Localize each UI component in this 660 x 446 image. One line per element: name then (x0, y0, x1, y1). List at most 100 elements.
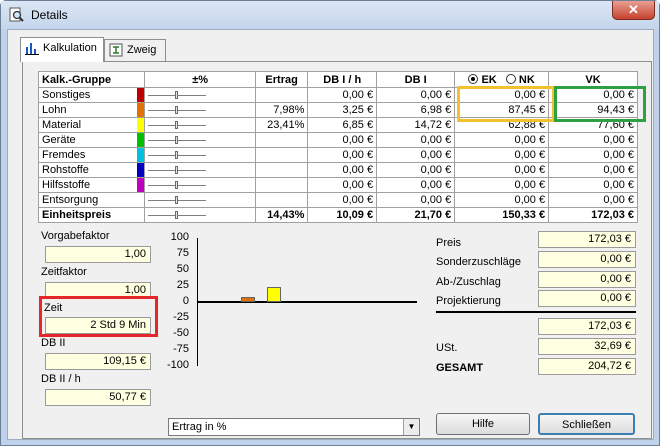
row-vk: 172,03 € (548, 207, 638, 223)
slider-knob[interactable] (175, 181, 179, 189)
bar-material (267, 287, 281, 302)
row-pct-slider[interactable] (144, 177, 256, 193)
projektierung-field[interactable]: 0,00 € (538, 290, 636, 307)
table-row: Geräte 0,00 €0,00 €0,00 €0,00 € (38, 132, 638, 148)
row-ek: 0,00 € (454, 192, 550, 208)
row-db1h: 10,09 € (307, 207, 378, 223)
slider-knob[interactable] (175, 166, 179, 174)
row-pct-slider[interactable] (144, 117, 256, 133)
db2-label: DB II (41, 337, 66, 349)
table-row: Fremdes 0,00 €0,00 €0,00 €0,00 € (38, 147, 638, 163)
y-tick-label: 50 (176, 263, 189, 275)
close-button[interactable]: ✕ (612, 1, 655, 20)
row-pct-slider[interactable] (144, 102, 256, 118)
row-db1h: 3,25 € (307, 102, 378, 118)
ertrag-chart: 100 75 50 25 0 -25 -50 -75 -100 (163, 230, 423, 410)
row-vk: 0,00 € (548, 162, 638, 178)
client-area: Kalkulation Zweig Kalk.-Gruppe ±% Ertrag… (7, 29, 654, 440)
row-color-swatch (137, 162, 146, 178)
zeit-highlight-box (39, 296, 158, 337)
row-vk: 0,00 € (548, 192, 638, 208)
row-vk: 0,00 € (548, 177, 638, 193)
vorgabefaktor-label: Vorgabefaktor (41, 230, 110, 242)
row-ertrag (254, 177, 309, 193)
ust-field: 32,69 € (538, 338, 636, 355)
kalkulation-panel: Kalk.-Gruppe ±% Ertrag DB I / h DB I EK … (22, 61, 652, 439)
row-name: Entsorgung (38, 192, 138, 208)
pct-slider[interactable] (148, 166, 207, 174)
tab-label: Kalkulation (43, 42, 97, 54)
col-header-db1h: DB I / h (307, 71, 378, 88)
row-name: Fremdes (38, 147, 138, 163)
tab-kalkulation[interactable]: Kalkulation (20, 37, 104, 62)
row-ek: 150,33 € (454, 207, 550, 223)
vorgabefaktor-field[interactable]: 1,00 (45, 246, 151, 263)
close-dialog-button[interactable]: Schließen (538, 413, 635, 435)
title-bar: Details ✕ (1, 1, 659, 29)
tab-label: Zweig (127, 44, 157, 56)
row-ek: 0,00 € (454, 132, 550, 148)
row-ertrag (254, 147, 309, 163)
table-row: Einheitspreis 14,43% 10,09 €21,70 €150,33 … (38, 207, 638, 223)
row-ertrag: 7,98% (254, 102, 309, 118)
row-name: Sonstiges (38, 87, 138, 103)
window-title: Details (31, 8, 68, 22)
preis-label: Preis (436, 237, 462, 249)
chart-mode-select[interactable]: Ertrag in % ▼ (168, 418, 420, 436)
row-pct-slider[interactable] (144, 162, 256, 178)
slider-knob[interactable] (175, 136, 179, 144)
pct-slider[interactable] (148, 91, 207, 99)
slider-knob[interactable] (175, 211, 179, 219)
row-db1: 0,00 € (376, 147, 456, 163)
tab-zweig[interactable]: Zweig (104, 39, 166, 61)
ab-zuschlag-field[interactable]: 0,00 € (538, 271, 636, 288)
gesamt-field: 204,72 € (538, 358, 636, 375)
pct-slider[interactable] (148, 121, 207, 129)
row-pct-slider[interactable] (144, 132, 256, 148)
help-button[interactable]: Hilfe (436, 413, 530, 435)
nk-radio[interactable] (505, 73, 516, 84)
ek-label: EK (481, 73, 497, 86)
slider-knob[interactable] (175, 121, 179, 129)
row-name: Hilfsstoffe (38, 177, 138, 193)
db2-field: 109,15 € (45, 353, 151, 370)
y-tick-label: -100 (166, 359, 189, 371)
slider-knob[interactable] (175, 91, 179, 99)
pct-slider[interactable] (148, 106, 207, 114)
row-db1h: 0,00 € (307, 87, 378, 103)
close-icon: ✕ (628, 2, 639, 17)
row-pct-slider[interactable] (144, 192, 256, 208)
gesamt-label: GESAMT (436, 362, 484, 374)
zeitfaktor-label: Zeitfaktor (41, 266, 87, 278)
row-name: Lohn (38, 102, 138, 118)
row-db1h: 0,00 € (307, 162, 378, 178)
slider-knob[interactable] (175, 151, 179, 159)
row-color-swatch (137, 177, 146, 193)
magnifier-icon (9, 7, 24, 22)
slider-knob[interactable] (175, 196, 179, 204)
pct-slider[interactable] (148, 181, 207, 189)
close-dialog-button-label: Schließen (562, 419, 611, 431)
pct-slider[interactable] (148, 136, 207, 144)
ek-radio[interactable] (468, 73, 479, 84)
row-color-swatch (137, 132, 146, 148)
row-pct-slider[interactable] (144, 207, 256, 223)
table-row: Hilfsstoffe 0,00 €0,00 €0,00 €0,00 € (38, 177, 638, 193)
pct-slider[interactable] (148, 196, 207, 204)
row-db1: 14,72 € (376, 117, 456, 133)
row-db1h: 0,00 € (307, 192, 378, 208)
y-tick-label: -75 (173, 343, 189, 355)
y-tick-label: -50 (173, 327, 189, 339)
row-ek: 0,00 € (454, 162, 550, 178)
pct-slider[interactable] (148, 211, 207, 219)
pct-slider[interactable] (148, 151, 207, 159)
row-pct-slider[interactable] (144, 147, 256, 163)
y-tick-label: 25 (176, 279, 189, 291)
table-row: Rohstoffe 0,00 €0,00 €0,00 €0,00 € (38, 162, 638, 178)
row-pct-slider[interactable] (144, 87, 256, 103)
chart-mode-value: Ertrag in % (172, 421, 227, 433)
slider-knob[interactable] (175, 106, 179, 114)
sonderzuschlaege-field[interactable]: 0,00 € (538, 251, 636, 268)
tree-icon (109, 43, 123, 57)
col-header-db1: DB I (376, 71, 456, 88)
